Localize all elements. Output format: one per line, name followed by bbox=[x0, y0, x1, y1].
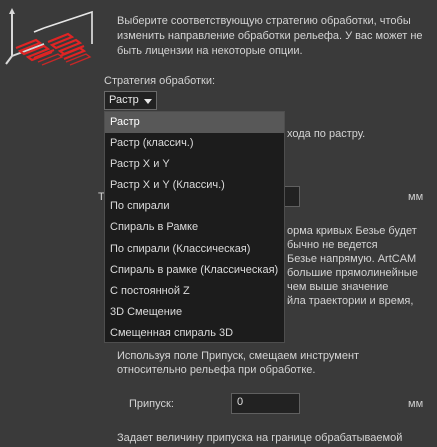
allowance-input[interactable]: 0 bbox=[231, 393, 300, 414]
intro-text-line1: Выберите соответствующую стратегию обраб… bbox=[117, 15, 411, 27]
boundary-allowance-text: Задает величину припуска на границе обра… bbox=[117, 432, 403, 444]
bezier-text-line6: йла траектории и время, bbox=[287, 295, 414, 307]
strategy-selected-value: Растр bbox=[109, 94, 139, 106]
strategy-option-spiral[interactable]: По спирали bbox=[105, 196, 284, 217]
strategy-option-spiral-classic[interactable]: По спирали (Классическая) bbox=[105, 239, 284, 260]
allowance-description-line2: относительно рельефа при обработке. bbox=[117, 364, 316, 376]
strategy-option-3d-offset[interactable]: 3D Смещение bbox=[105, 302, 284, 323]
strategy-preview-illustration bbox=[4, 8, 96, 72]
chevron-down-icon bbox=[144, 99, 152, 104]
strategy-option-offset-spiral-3d[interactable]: Смещенная спираль 3D bbox=[105, 323, 284, 344]
strategy-option-raster[interactable]: Растр bbox=[105, 112, 284, 134]
strategy-option-raster-xy[interactable]: Растр X и Y bbox=[105, 154, 284, 175]
intro-text-line2: изменить направление обработки рельефа. … bbox=[117, 30, 423, 42]
strategy-label: Стратегия обработки: bbox=[104, 75, 216, 87]
bezier-text-line4: большие прямолинейные bbox=[287, 267, 418, 279]
bezier-text-line1: орма кривых Безье будет bbox=[287, 225, 417, 237]
strategy-option-spiral-frame-classic[interactable]: Спираль в рамке (Классическая) bbox=[105, 260, 284, 281]
bezier-text-line5: чем выше значение bbox=[287, 281, 389, 293]
strategy-option-raster-xy-classic[interactable]: Растр X и Y (Классич.) bbox=[105, 175, 284, 196]
bezier-text-line3: Безье напрямую. ArtCAM bbox=[287, 253, 417, 265]
tolerance-unit: мм bbox=[408, 191, 424, 203]
strategy-dropdown-list[interactable]: Растр Растр (классич.) Растр X и Y Растр… bbox=[104, 111, 285, 343]
tolerance-input-fragment[interactable] bbox=[285, 186, 300, 207]
strategy-option-constant-z[interactable]: С постоянной Z bbox=[105, 281, 284, 302]
strategy-option-spiral-frame[interactable]: Спираль в Рамке bbox=[105, 217, 284, 238]
intro-text-line3: быть лицензии на некоторые опции. bbox=[117, 45, 303, 57]
allowance-unit: мм bbox=[408, 398, 424, 410]
raster-direction-text-fragment: хода по растру. bbox=[287, 128, 366, 140]
strategy-option-raster-classic[interactable]: Растр (классич.) bbox=[105, 133, 284, 154]
allowance-label: Припуск: bbox=[129, 398, 174, 410]
allowance-description-line1: Используя поле Припуск, смещаем инструме… bbox=[117, 350, 360, 362]
bezier-text-line2: бычно не ведется bbox=[287, 239, 378, 251]
strategy-dropdown[interactable]: Растр bbox=[104, 91, 157, 110]
